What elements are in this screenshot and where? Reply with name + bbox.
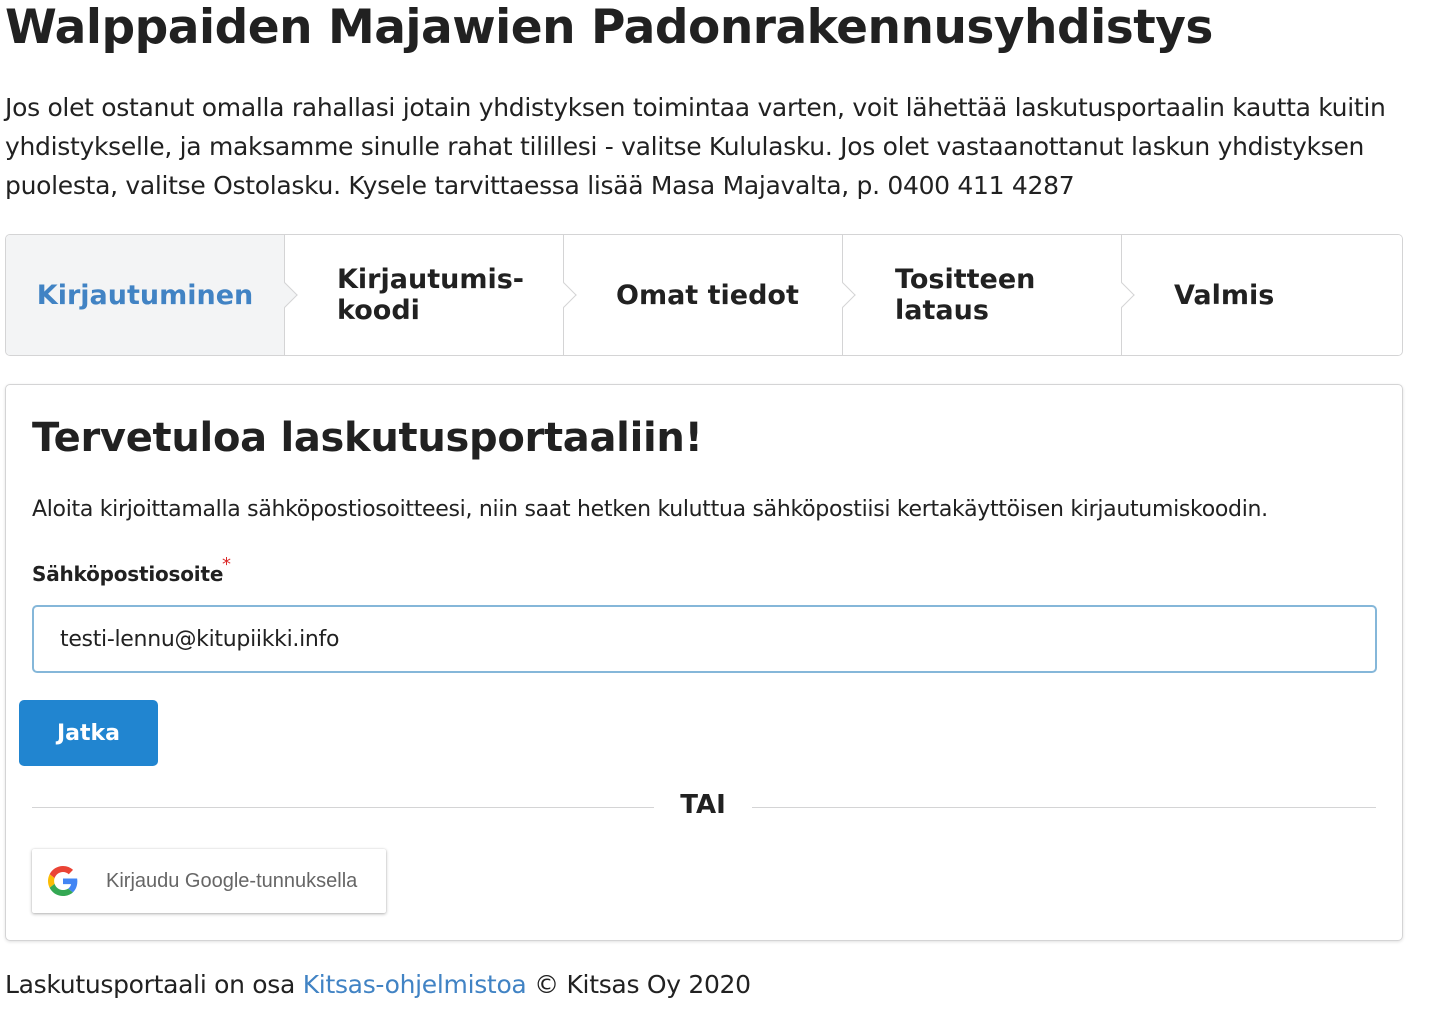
- step-label: Omat tiedot: [616, 279, 799, 311]
- divider-line-right: [752, 807, 1376, 808]
- site-title: Walppaiden Majawien Padonrakennusyhdisty…: [5, 0, 1213, 55]
- required-star: *: [222, 554, 231, 575]
- step-valmis[interactable]: Valmis: [1122, 235, 1402, 355]
- step-omat-tiedot[interactable]: Omat tiedot: [564, 235, 856, 355]
- login-description: Aloita kirjoittamalla sähköpostiosoittee…: [32, 497, 1268, 522]
- email-input[interactable]: [32, 605, 1377, 673]
- intro-text: Jos olet ostanut omalla rahallasi jotain…: [5, 93, 1386, 200]
- step-label: Kirjautumis- koodi: [337, 264, 524, 326]
- step-label: Valmis: [1174, 279, 1275, 311]
- google-login-label: Kirjaudu Google-tunnuksella: [106, 869, 358, 892]
- step-tositteen-lataus[interactable]: Tositteen lataus: [843, 235, 1135, 355]
- login-title: Tervetuloa laskutusportaaliin!: [32, 415, 703, 461]
- step-kirjautumiskoodi[interactable]: Kirjautumis- koodi: [285, 235, 577, 355]
- google-login-button[interactable]: Kirjaudu Google-tunnuksella: [32, 849, 386, 913]
- step-kirjautuminen[interactable]: Kirjautuminen: [6, 235, 298, 355]
- email-label: Sähköpostiosoite: [32, 562, 224, 586]
- steps-bar: Kirjautuminen Kirjautumis- koodi Omat ti…: [5, 234, 1403, 356]
- step-label: Kirjautuminen: [36, 279, 254, 311]
- or-divider: TAI: [680, 790, 726, 820]
- login-card: Tervetuloa laskutusportaaliin! Aloita ki…: [5, 384, 1403, 941]
- footer-suffix: © Kitsas Oy 2020: [526, 970, 751, 999]
- continue-button[interactable]: Jatka: [19, 700, 158, 766]
- page: Walppaiden Majawien Padonrakennusyhdisty…: [0, 0, 1431, 1016]
- footer-prefix: Laskutusportaali on osa: [5, 970, 303, 999]
- google-icon: [48, 866, 78, 896]
- kitsas-link[interactable]: Kitsas-ohjelmistoa: [303, 970, 527, 999]
- divider-line-left: [32, 807, 654, 808]
- step-label: Tositteen lataus: [895, 264, 1036, 326]
- footer: Laskutusportaali on osa Kitsas-ohjelmist…: [5, 966, 751, 1004]
